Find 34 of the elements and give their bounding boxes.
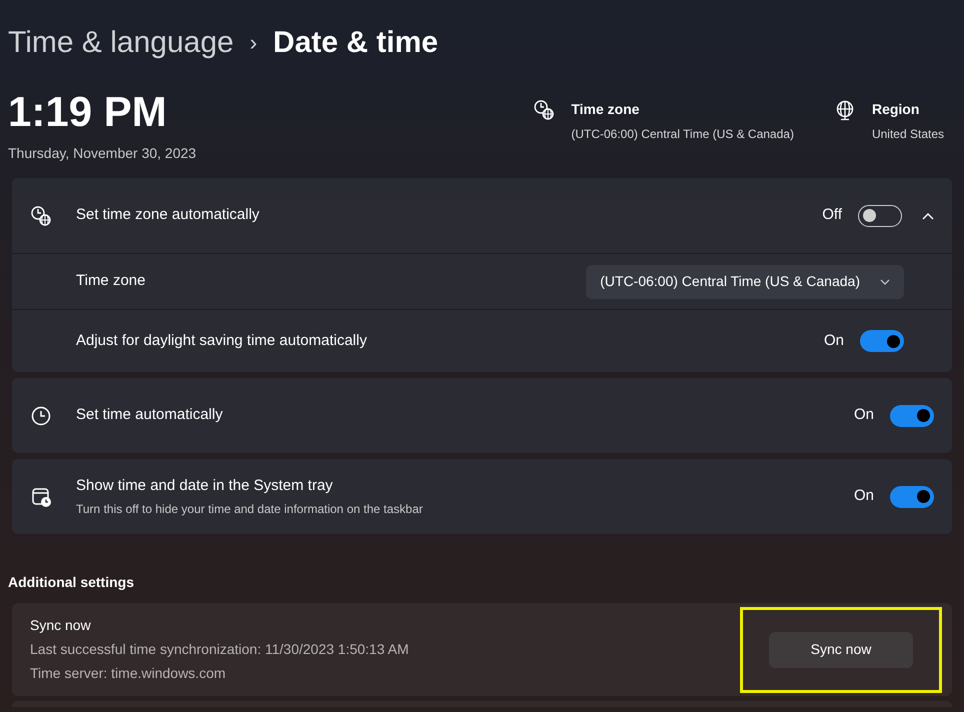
info-value: (UTC-06:00) Central Time (US & Canada) [571, 126, 794, 143]
sync-detail: Last successful time synchronization: 11/30/2023 1:50:13 AM [30, 640, 410, 659]
setting-label: Time zone [76, 271, 146, 292]
setting-label: Show time and date in the System tray [76, 476, 334, 496]
setting-description: Turn this off to hide your time and date information on the taskbar [76, 501, 424, 518]
breadcrumb-separator: › [250, 29, 258, 57]
clock-icon [30, 404, 52, 426]
calendar-clock-icon [30, 486, 52, 508]
sync-now-button[interactable]: Sync now [769, 632, 913, 668]
toggle-state-label: Off [822, 205, 842, 226]
current-time: 1:19 PM [8, 91, 168, 133]
breadcrumb-link[interactable]: Time & language [8, 20, 234, 65]
info-title: Time zone [571, 100, 640, 119]
toggle-switch[interactable] [858, 204, 902, 226]
sync-title: Sync now [30, 616, 92, 635]
info-title: Region [872, 100, 920, 119]
toggle-state-label: On [854, 486, 874, 506]
chevron-down-icon [880, 278, 890, 284]
toggle-switch[interactable] [890, 486, 934, 508]
sync-detail: Time server: time.windows.com [30, 664, 227, 683]
current-date: Thursday, November 30, 2023 [8, 144, 198, 163]
clock-globe-icon [533, 99, 556, 121]
toggle-state-label: On [824, 330, 844, 351]
section-heading: Additional settings [8, 573, 135, 592]
toggle-switch[interactable] [860, 330, 904, 352]
toggle-state-label: On [854, 405, 874, 426]
time-zone-dropdown[interactable]: (UTC-06:00) Central Time (US & Canada) [586, 264, 904, 298]
setting-label: Adjust for daylight saving time automatically [76, 330, 368, 351]
toggle-switch[interactable] [890, 404, 934, 426]
info-value: United States [872, 126, 944, 143]
setting-label: Set time zone automatically [76, 205, 260, 226]
clock-globe-icon [30, 204, 52, 226]
setting-label: Set time automatically [76, 405, 224, 426]
page-title: Date & time [273, 25, 438, 61]
